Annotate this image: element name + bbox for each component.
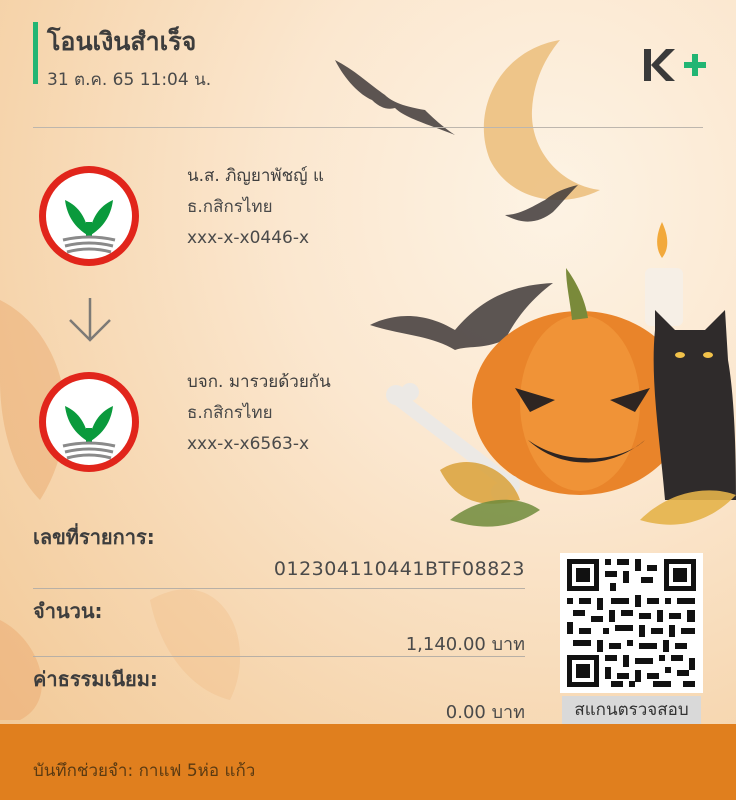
receiver-bank: ธ.กสิกรไทย	[187, 403, 273, 423]
memo-value: กาแฟ 5ห่อ แก้ว	[138, 761, 256, 781]
kasikorn-bank-logo	[39, 372, 139, 472]
transaction-datetime: 31 ต.ค. 65 11:04 น.	[47, 70, 212, 90]
header-divider	[33, 127, 703, 128]
sender-info: น.ส. ภิญยาพัชญ์ แ ธ.กสิกรไทย xxx-x-x0446…	[187, 161, 324, 254]
receiver-name: บจก. มารวยด้วยกัน	[187, 372, 331, 392]
qr-code[interactable]	[560, 553, 703, 693]
sender-account: xxx-x-x0446-x	[187, 228, 310, 248]
amount-label: จำนวน:	[33, 599, 103, 623]
memo-label: บันทึกช่วยจำ:	[33, 761, 134, 781]
fee-label: ค่าธรรมเนียม:	[33, 667, 158, 691]
sender-name: น.ส. ภิญยาพัชญ์ แ	[187, 166, 324, 186]
memo-text: บันทึกช่วยจำ: กาแฟ 5ห่อ แก้ว	[33, 757, 255, 784]
amount-value: 1,140.00 บาท	[405, 634, 525, 655]
kasikorn-bank-logo	[39, 166, 139, 266]
qr-scan-caption: สแกนตรวจสอบ	[562, 696, 701, 724]
ref-value: 012304110441BTF08823	[273, 558, 525, 580]
qr-code-graphic	[567, 559, 696, 687]
transfer-slip: โอนเงินสำเร็จ 31 ต.ค. 65 11:04 น. น.ส. ภ…	[0, 0, 736, 800]
sender-bank: ธ.กสิกรไทย	[187, 197, 273, 217]
receiver-info: บจก. มารวยด้วยกัน ธ.กสิกรไทย xxx-x-x6563…	[187, 367, 331, 460]
ref-divider	[33, 588, 525, 589]
ref-label: เลขที่รายการ:	[33, 525, 155, 549]
receiver-account: xxx-x-x6563-x	[187, 434, 310, 454]
page-title: โอนเงินสำเร็จ	[47, 27, 197, 56]
fee-value: 0.00 บาท	[445, 702, 525, 723]
header-accent-bar	[33, 22, 38, 84]
arrow-down-icon	[69, 298, 111, 342]
moon-shape	[483, 40, 600, 200]
amount-divider	[33, 656, 525, 657]
kplus-logo	[644, 49, 706, 81]
